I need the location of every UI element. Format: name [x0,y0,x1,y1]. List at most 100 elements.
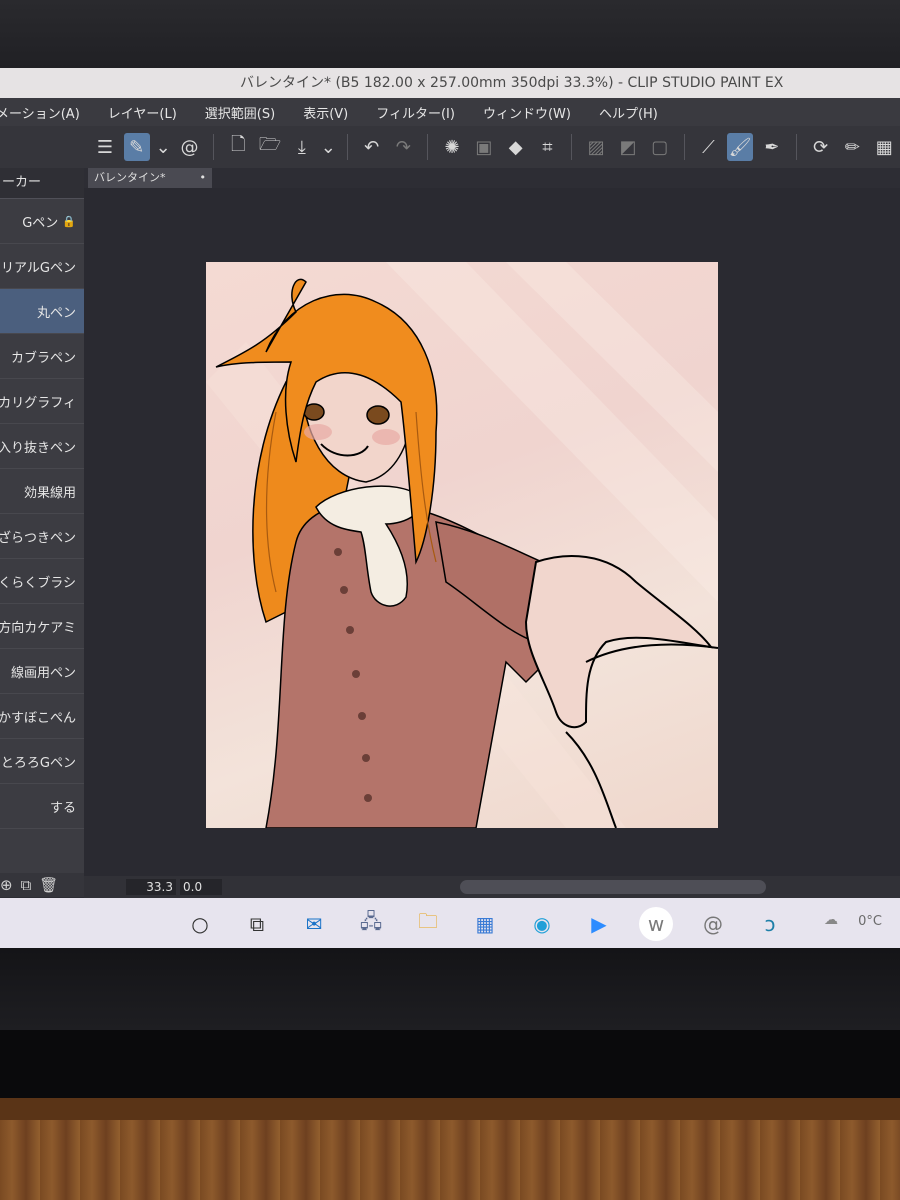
tab-modified-dot: • [199,171,207,184]
toolbar-divider [427,134,429,160]
checker-icon[interactable]: ▦ [871,133,897,161]
brush-item-label: 線画用ペン [10,665,76,681]
rotation-field[interactable]: 0.0 [180,879,222,895]
panel-header: ーカー [0,168,84,199]
duplicate-icon[interactable]: ⧉ [21,876,32,894]
menu-view[interactable]: 表示(V) [289,103,362,122]
brush-item[interactable]: する [0,784,84,829]
brush-item[interactable]: 入り抜きペン [0,424,84,469]
transform-icon[interactable]: ⌗ [535,133,561,161]
illustration [206,262,718,828]
zoom-icon[interactable]: ▶ [582,907,616,941]
toolbar-divider [683,134,685,160]
screen: バレンタイン* (B5 182.00 x 257.00mm 350dpi 33.… [0,68,900,950]
brush-item[interactable]: らくらくブラシ [0,559,84,604]
undo-icon[interactable]: ↶ [359,133,385,161]
brush-item-label: とろろGペン [0,755,76,771]
brush-item[interactable]: カブラペン [0,334,84,379]
task-view-icon[interactable]: ⧉ [240,907,274,941]
hatch-icon[interactable]: ▨ [583,133,609,161]
menu-animation[interactable]: メーション(A) [0,103,94,122]
document-tab-label: バレンタイン* [94,171,166,184]
brush-item[interactable]: カリグラフィ [0,379,84,424]
status-bar: 33.3 0.0 [84,876,900,898]
horizontal-scrollbar[interactable] [460,880,766,894]
network-icon[interactable]: 🖧 [354,907,388,941]
zoom-field[interactable]: 33.3 [126,879,176,895]
document-tab[interactable]: バレンタイン* • [88,168,212,188]
gradient-icon[interactable]: ◩ [615,133,641,161]
redo-icon[interactable]: ↷ [391,133,417,161]
command-bar: ☰ ✎ ⌄ @ 🗋 🗁 ⤓ ⌄ ↶ ↷ ✺ ▣ ◆ ⌗ ▨ ◩ ▢ ⟋ 🖌 ✒ … [0,126,900,168]
blush-left [304,424,332,440]
pencil-icon[interactable]: ✏ [840,133,866,161]
eye-right [366,405,390,425]
menu-help[interactable]: ヘルプ(H) [585,103,672,122]
monitor-bezel-edge [0,1030,900,1100]
trash-icon[interactable]: 🗑 [39,876,58,894]
toolbar-divider [795,134,797,160]
brush-item[interactable]: Gペン 🔒 [0,199,84,244]
chevron-down-icon[interactable]: ⌄ [156,133,171,161]
toolbar-divider [571,134,573,160]
loading-icon[interactable]: ✺ [439,133,465,161]
file-explorer-icon[interactable]: 🗀 [411,907,445,941]
add-icon[interactable]: ⊕ [0,876,13,894]
edge-icon[interactable]: ◉ [525,907,559,941]
new-file-icon[interactable]: 🗋 [225,133,251,161]
select-icon[interactable]: ▣ [471,133,497,161]
open-folder-icon[interactable]: 🗁 [257,133,283,161]
menu-filter[interactable]: フィルター(I) [362,103,469,122]
toolbar-divider [213,134,215,160]
menu-layer[interactable]: レイヤー(L) [94,103,191,122]
brush-item[interactable]: 効果線用 [0,469,84,514]
menu-selection[interactable]: 選択範囲(S) [191,103,289,122]
title-bar: バレンタイン* (B5 182.00 x 257.00mm 350dpi 33.… [0,68,900,98]
mail-icon[interactable]: ✉ [297,907,331,941]
brush-item-label: カリグラフィ [0,395,76,411]
menu-window[interactable]: ウィンドウ(W) [469,103,585,122]
search-circle-icon[interactable]: ○ [183,907,217,941]
brush-item[interactable]: とろろGペン [0,739,84,784]
weather-temperature: 0°C [858,914,882,929]
brush-item[interactable]: リアルGペン [0,244,84,289]
chevron-down-icon[interactable]: ⌄ [321,133,336,161]
brush-item-label: 方向カケアミ [0,620,76,636]
store-icon[interactable]: ▦ [468,907,502,941]
menu-icon[interactable]: ☰ [92,133,118,161]
clip-studio-icon[interactable]: @ [696,907,730,941]
window-title: バレンタイン* (B5 182.00 x 257.00mm 350dpi 33.… [240,75,784,91]
brush-item-label: らくらくブラシ [0,575,76,591]
lock-icon: 🔒 [62,214,76,228]
clip-studio-paint-icon[interactable]: ↄ [753,907,787,941]
brush-stroke-icon[interactable]: 🖌 [727,133,754,161]
brush-sub-tool-panel: ーカー Gペン 🔒 リアルGペン丸ペン カブラペンカリグラフィ 入り抜きペン効果線用 ざら… [0,168,84,888]
rotate-icon[interactable]: ⟳ [808,133,834,161]
monitor-bezel-top [0,0,900,70]
save-icon[interactable]: ⤓ [289,133,315,161]
brush-item-label: リアルGペン [1,260,76,276]
brush-item[interactable]: ざらつきペン [0,514,84,559]
brush-item-label: Gペン [22,215,59,231]
toolbar-divider [346,134,348,160]
drawing-canvas[interactable] [206,262,718,828]
wooden-desk [0,1098,900,1200]
vector-line-icon[interactable]: ⟋ [696,133,722,161]
brush-item[interactable]: 方向カケアミ [0,604,84,649]
weather-icon: ☁ [824,912,838,928]
frame-icon[interactable]: ▢ [647,133,673,161]
brush-item-label: 入り抜きペン [0,440,76,456]
brush-item[interactable]: 丸ペン [0,289,84,334]
brush-item[interactable]: かすぼこぺん [0,694,84,739]
brush-item-label: かすぼこぺん [0,710,76,726]
panel-footer: ⊕ ⧉ 🗑 [0,873,84,897]
taskbar: ○ ⧉ ✉ 🖧 🗀 ▦ ◉ ▶ w @ ↄ ☁ 0°C [0,898,900,950]
pen-icon[interactable]: ✒ [759,133,785,161]
wacom-icon[interactable]: w [639,907,673,941]
brush-item[interactable]: 線画用ペン [0,649,84,694]
fill-icon[interactable]: ◆ [503,133,529,161]
brush-item-label: する [49,800,76,816]
spiral-icon[interactable]: @ [177,133,203,161]
blush-right [372,429,400,445]
brush-tool-icon[interactable]: ✎ [123,133,150,161]
